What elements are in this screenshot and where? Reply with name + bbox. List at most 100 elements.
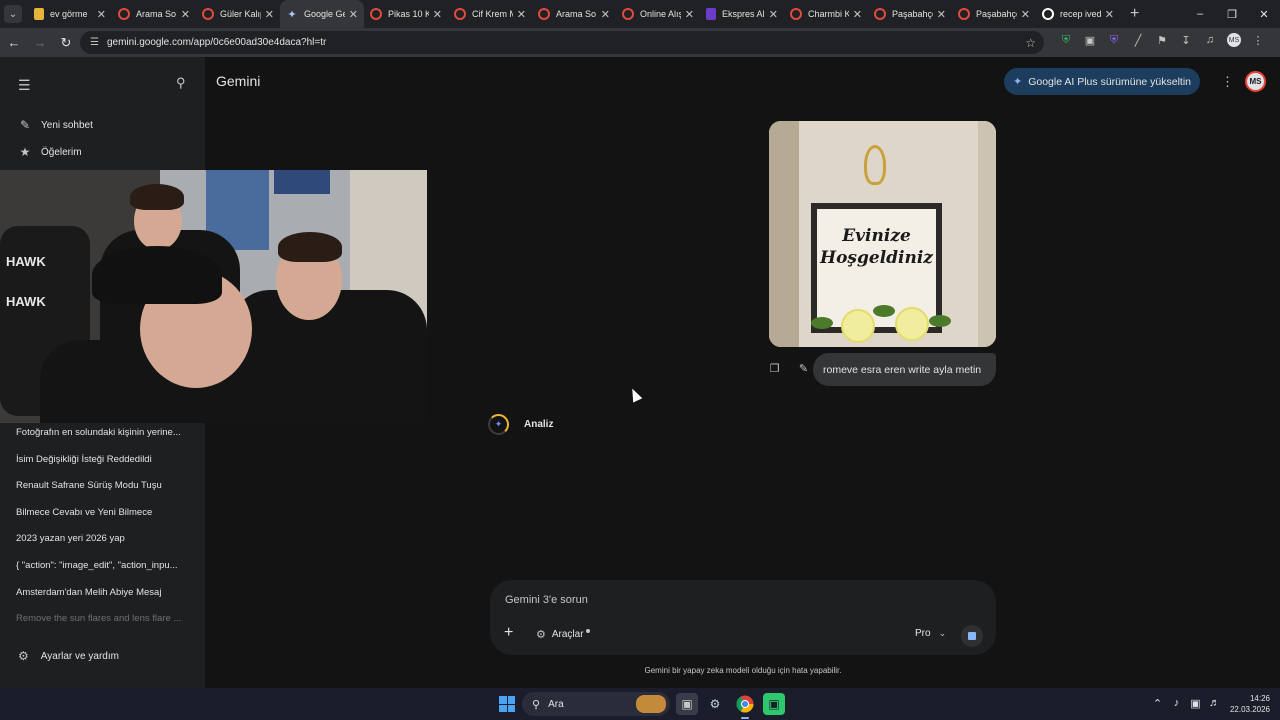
close-tab-icon[interactable]: ✕ — [1021, 8, 1030, 21]
webcam-poster-small — [274, 170, 330, 194]
volume-icon[interactable]: ♬ — [1205, 697, 1224, 710]
browser-tab[interactable]: Pikas 10 K ✕ — [364, 0, 448, 28]
upgrade-plan-button[interactable]: ✦ Google AI Plus sürümüne yükseltin — [1004, 68, 1200, 95]
close-tab-icon[interactable]: ✕ — [517, 8, 526, 21]
door-knocker — [864, 145, 886, 185]
sign-text-line2: Hoşgeldiniz — [820, 248, 933, 268]
network-icon[interactable]: ▣ — [1186, 697, 1205, 710]
tab-title: Paşabahçe — [892, 9, 933, 19]
tab-search-menu-icon[interactable]: ⌄ — [4, 5, 22, 23]
clock-time: 14:26 — [1249, 694, 1270, 703]
model-mode-selector[interactable]: Pro ⌄ — [915, 628, 946, 639]
site-info-icon[interactable]: ☰ — [90, 37, 99, 48]
stop-generating-button[interactable] — [961, 625, 983, 647]
browser-tab[interactable]: ✦ Google Ge ✕ — [280, 0, 364, 28]
windows-start-icon[interactable] — [499, 696, 515, 712]
close-tab-icon[interactable]: ✕ — [937, 8, 946, 21]
recent-chat-item[interactable]: Amsterdam'dan Melih Abiye Mesaj — [16, 587, 196, 614]
tab-list: ev görme ✕ Arama So ✕ Güler Kalıp ✕ ✦ Google Ge… — [28, 0, 1120, 28]
browser-tab[interactable]: Paşabahçe ✕ — [952, 0, 1036, 28]
microphone-icon[interactable]: ♪ — [1167, 697, 1186, 710]
browser-menu-icon[interactable]: ⋮ — [1246, 34, 1270, 47]
slash-extension-icon[interactable]: ╱ — [1126, 34, 1150, 47]
steam-icon[interactable]: ⚙ — [704, 693, 726, 715]
stop-icon — [968, 632, 976, 640]
recent-chat-item[interactable]: { "action": "image_edit", "action_inpu..… — [16, 560, 196, 587]
evgorme-icon — [34, 8, 44, 20]
puzzle-extensions-icon[interactable]: ⚑ — [1150, 34, 1174, 47]
uploaded-image[interactable]: Evinize Hoşgeldiniz — [769, 121, 996, 347]
upgrade-label: Google AI Plus sürümüne yükseltin — [1028, 75, 1192, 88]
flower — [895, 307, 929, 341]
close-tab-icon[interactable]: ✕ — [97, 8, 106, 21]
taskbar-search[interactable]: ⚲ Ara — [522, 692, 670, 716]
close-tab-icon[interactable]: ✕ — [685, 8, 694, 21]
browser-tab[interactable]: Güler Kalıp ✕ — [196, 0, 280, 28]
copy-icon[interactable]: ❐ — [760, 362, 789, 375]
app-title[interactable]: Gemini — [216, 73, 260, 89]
recent-chat-item[interactable]: 2023 yazan yeri 2026 yap — [16, 533, 196, 560]
close-tab-icon[interactable]: ✕ — [265, 8, 274, 21]
close-window-icon[interactable]: ✕ — [1248, 8, 1280, 21]
minimize-icon[interactable]: – — [1184, 8, 1216, 20]
tab-title: Arama So — [136, 9, 177, 19]
prompt-composer[interactable]: Gemini 3'e sorun + ⚙ Araçlar Pro ⌄ — [490, 580, 996, 655]
browser-tab[interactable]: Arama So ✕ — [532, 0, 616, 28]
address-bar[interactable]: ☰ gemini.google.com/app/0c6e00ad30e4daca… — [80, 31, 1044, 54]
browser-tab[interactable]: Arama So ✕ — [112, 0, 196, 28]
close-tab-icon[interactable]: ✕ — [601, 8, 610, 21]
reload-icon[interactable]: ↻ — [54, 35, 78, 51]
browser-tab[interactable]: recep ived ✕ — [1036, 0, 1120, 28]
recent-chat-item[interactable]: Renault Safrane Sürüş Modu Tuşu — [16, 480, 196, 507]
bookmark-star-icon[interactable]: ☆ — [1025, 36, 1036, 50]
back-icon[interactable]: ← — [2, 35, 26, 50]
browser-tab[interactable]: Online Alış ✕ — [616, 0, 700, 28]
close-tab-icon[interactable]: ✕ — [433, 8, 442, 21]
forward-icon[interactable]: → — [28, 35, 52, 50]
tab-circle-icon — [958, 8, 970, 20]
browser-tab[interactable]: Cif Krem M ✕ — [448, 0, 532, 28]
tab-title: Charmbi K — [808, 9, 849, 19]
hamburger-menu-icon[interactable]: ☰ — [18, 77, 31, 94]
close-tab-icon[interactable]: ✕ — [181, 8, 190, 21]
download-icon[interactable]: ↧ — [1174, 34, 1198, 47]
shield-extension-icon[interactable]: ⛨ — [1054, 34, 1078, 47]
browser-tab[interactable]: ev görme ✕ — [28, 0, 112, 28]
tools-button[interactable]: ⚙ Araçlar — [536, 628, 590, 641]
close-tab-icon[interactable]: ✕ — [1105, 8, 1114, 21]
close-tab-icon[interactable]: ✕ — [853, 8, 862, 21]
sign-text-line1: Evinize — [842, 226, 911, 246]
purple-extension-icon[interactable]: ⛨ — [1102, 34, 1126, 47]
more-options-icon[interactable]: ⋮ — [1221, 74, 1234, 90]
search-icon[interactable]: ⚲ — [176, 75, 186, 91]
close-tab-icon[interactable]: ✕ — [769, 8, 778, 21]
extension-icon[interactable]: ▣ — [1078, 34, 1102, 47]
recent-chat-item[interactable]: Bilmece Cevabı ve Yeni Bilmece — [16, 507, 196, 534]
system-clock[interactable]: 14:26 22.03.2026 — [1228, 693, 1270, 715]
items-icon: ★ — [19, 145, 31, 159]
tray-chevron-icon[interactable]: ⌃ — [1148, 697, 1167, 710]
restore-icon[interactable]: ❐ — [1216, 8, 1248, 21]
prompt-input[interactable]: Gemini 3'e sorun — [505, 594, 588, 606]
browser-profile-avatar[interactable]: MS — [1227, 33, 1241, 47]
add-attachment-icon[interactable]: + — [504, 624, 513, 642]
new-chat-button[interactable]: ✎ Yeni sohbet — [18, 118, 93, 132]
profile-avatar[interactable]: MS — [1245, 71, 1266, 92]
media-control-icon[interactable]: ♫ — [1198, 34, 1222, 46]
recent-chat-item[interactable]: Remove the sun flares and lens flare ... — [16, 613, 196, 640]
tab-title: Pikas 10 K — [388, 9, 429, 19]
settings-help-button[interactable]: ⚙ Ayarlar ve yardım — [18, 649, 119, 663]
task-view-icon[interactable]: ▣ — [676, 693, 698, 715]
my-items-button[interactable]: ★ Öğelerim — [18, 145, 82, 159]
browser-tab[interactable]: Paşabahçe ✕ — [868, 0, 952, 28]
close-tab-icon[interactable]: ✕ — [349, 8, 358, 21]
chrome-icon[interactable] — [734, 693, 756, 719]
new-tab-icon[interactable]: + — [1130, 5, 1139, 23]
recent-chat-item[interactable]: Fotoğrafın en solundaki kişinin yerine..… — [16, 427, 196, 454]
recent-chat-item[interactable]: İsim Değişikliği İsteği Reddedildi — [16, 454, 196, 481]
mouse-cursor-icon — [627, 386, 643, 403]
tab-circle-icon — [202, 8, 214, 20]
app-icon[interactable]: ▣ — [763, 693, 785, 715]
browser-tab[interactable]: Charmbi K ✕ — [784, 0, 868, 28]
browser-tab[interactable]: Ekspres Al ✕ — [700, 0, 784, 28]
